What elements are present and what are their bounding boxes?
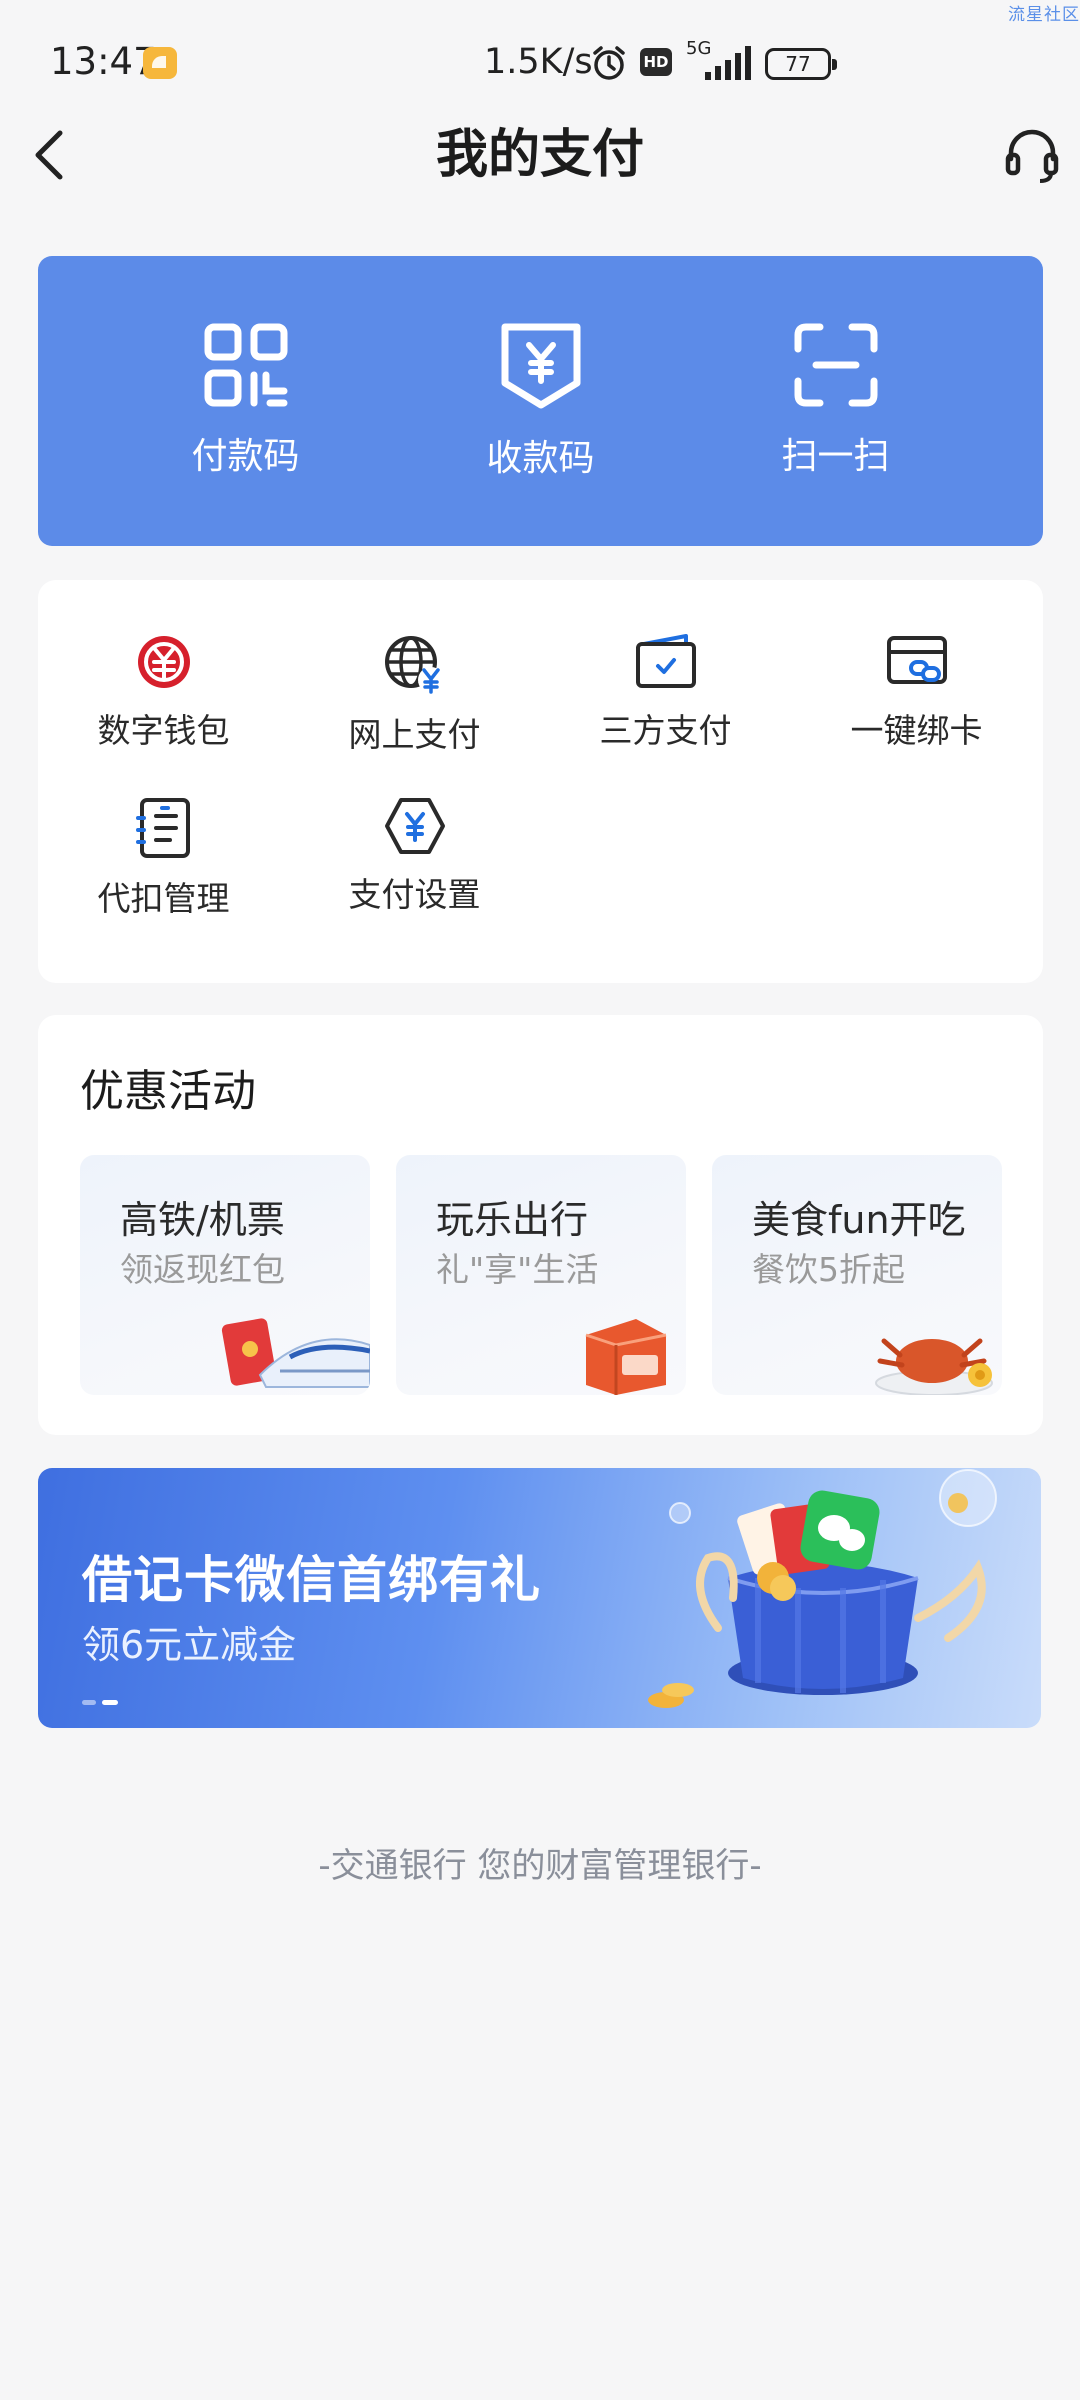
wallet-check-icon <box>635 634 696 688</box>
app-header: 我的支付 <box>0 125 1080 235</box>
auto-debit-button[interactable]: 代扣管理 <box>38 796 289 920</box>
scan-label: 扫一扫 <box>781 436 890 477</box>
promotions-section: 优惠活动 高铁/机票 领返现红包 玩乐出行 礼"享"生活 美食fun开吃 餐饮5… <box>38 1015 1043 1435</box>
payment-quick-actions: 付款码 收款码 扫一扫 <box>38 256 1043 546</box>
promo-tile-title: 美食fun开吃 <box>752 1198 966 1242</box>
headset-icon[interactable] <box>1002 125 1062 185</box>
third-party-payment-button[interactable]: 三方支付 <box>540 632 791 756</box>
notification-app-icon <box>143 47 177 79</box>
promo-banner[interactable]: 借记卡微信首绑有礼 领6元立减金 <box>38 1468 1041 1728</box>
third-party-payment-label: 三方支付 <box>599 711 732 750</box>
promo-tile-title: 高铁/机票 <box>120 1198 285 1242</box>
auto-debit-label: 代扣管理 <box>97 879 230 918</box>
pay-code-label: 付款码 <box>191 436 300 477</box>
hd-badge: HD <box>640 48 672 76</box>
banner-subtitle: 领6元立减金 <box>82 1623 297 1667</box>
bind-card-label: 一键绑卡 <box>850 711 983 750</box>
promo-tile-leisure-travel[interactable]: 玩乐出行 礼"享"生活 <box>396 1155 686 1395</box>
promo-tile-subtitle: 餐饮5折起 <box>752 1250 905 1289</box>
battery-indicator: 77 <box>765 48 837 80</box>
scan-button[interactable]: 扫一扫 <box>726 323 946 479</box>
ticket-box-icon <box>585 1319 667 1395</box>
promo-tile-subtitle: 礼"享"生活 <box>436 1250 599 1289</box>
receive-code-button[interactable]: 收款码 <box>431 321 651 481</box>
digital-wallet-label: 数字钱包 <box>97 711 230 750</box>
pagination-dot-active <box>102 1700 118 1705</box>
digital-wallet-button[interactable]: 数字钱包 <box>38 632 289 756</box>
payment-settings-label: 支付设置 <box>348 875 481 914</box>
receive-code-label: 收款码 <box>486 438 595 479</box>
list-document-icon <box>135 798 190 858</box>
status-bar: 13:47 1.5K/s HD 5G 77 <box>0 0 1080 125</box>
payment-functions: 数字钱包 网上支付 三方支付 一键绑卡 代扣管理 支付设置 <box>38 580 1043 983</box>
pay-code-button[interactable]: 付款码 <box>136 323 356 479</box>
alarm-icon <box>593 46 625 80</box>
pagination-dot <box>82 1700 96 1705</box>
online-payment-button[interactable]: 网上支付 <box>289 632 540 756</box>
network-speed: 1.5K/s <box>484 42 593 82</box>
banner-title: 借记卡微信首绑有礼 <box>82 1551 541 1609</box>
globe-yuan-icon <box>384 636 444 694</box>
footer-slogan: -交通银行 您的财富管理银行- <box>318 1846 762 1886</box>
yuan-shield-icon <box>501 323 580 409</box>
promotions-title: 优惠活动 <box>80 1066 256 1117</box>
promo-tile-title: 玩乐出行 <box>436 1198 589 1242</box>
signal-icon <box>705 46 751 80</box>
promo-tile-food[interactable]: 美食fun开吃 餐饮5折起 <box>712 1155 1002 1395</box>
card-link-icon <box>886 636 947 684</box>
gift-box-illustration <box>648 1469 997 1708</box>
page-title: 我的支付 <box>435 125 644 185</box>
bind-card-button[interactable]: 一键绑卡 <box>791 632 1042 756</box>
qr-code-icon <box>204 323 287 407</box>
status-time: 13:47 <box>50 40 157 83</box>
hexagon-yuan-icon <box>384 798 445 854</box>
promo-tile-subtitle: 领返现红包 <box>120 1250 285 1289</box>
promo-tile-train-flight[interactable]: 高铁/机票 领返现红包 <box>80 1155 370 1395</box>
scan-icon <box>794 323 877 407</box>
payment-settings-button[interactable]: 支付设置 <box>289 796 540 920</box>
train-red-envelope-icon <box>221 1318 370 1388</box>
digital-yuan-icon <box>137 636 190 688</box>
crab-dish-icon <box>875 1338 993 1395</box>
banner-pagination <box>82 1690 124 1709</box>
online-payment-label: 网上支付 <box>348 715 481 754</box>
